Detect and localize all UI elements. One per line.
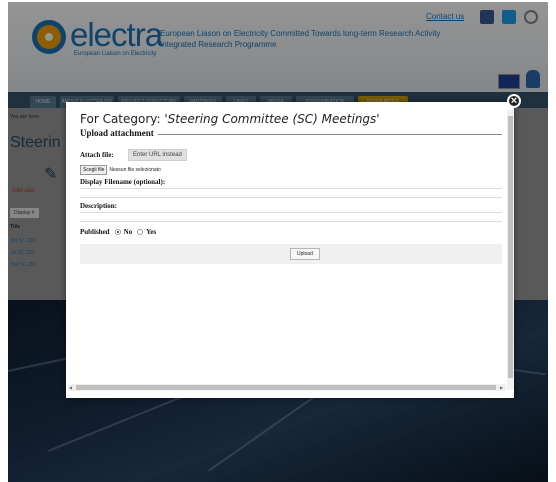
published-no-radio[interactable] [114,229,121,235]
upload-attachment-legend: Upload attachment [80,128,158,138]
attach-file-label: Attach file: [80,151,114,159]
category-prefix: For Category: [80,112,165,126]
published-label: Published [80,228,110,236]
horizontal-scroll-thumb[interactable] [76,385,496,390]
no-file-selected-text: Nessun file selezionato [109,167,161,173]
page: electra European Liaison on Electricity … [0,0,556,482]
published-yes-radio[interactable] [137,229,144,235]
category-heading: For Category: 'Steering Committee (SC) M… [80,112,502,126]
published-row: Published No Yes [80,228,502,236]
published-no-label[interactable]: No [124,228,133,236]
display-filename-label: Display Filename (optional): [80,178,166,186]
description-label: Description: [80,202,117,210]
upload-form: For Category: 'Steering Committee (SC) M… [80,112,502,264]
scroll-right-arrow-icon[interactable]: ▶ [500,385,503,390]
attach-file-row: Attach file: Enter URL instead [80,148,502,162]
upload-modal: For Category: 'Steering Committee (SC) M… [66,102,514,398]
fieldset-legend-row: Upload attachment [80,128,502,140]
category-value: 'Steering Committee (SC) Meetings' [164,112,380,126]
upload-button[interactable]: Upload [290,248,320,260]
enter-url-button[interactable]: Enter URL instead [128,149,187,161]
submit-bar: Upload [80,244,502,264]
published-yes-label[interactable]: Yes [146,228,156,236]
choose-file-button[interactable]: Scegli file [80,165,108,175]
file-input: Scegli file Nessun file selezionato [80,165,502,175]
description-field[interactable] [80,212,502,222]
display-filename-field[interactable] [80,188,502,198]
vertical-scroll-thumb[interactable] [508,116,513,378]
scroll-left-arrow-icon[interactable]: ◀ [69,385,72,390]
browser-viewport: electra European Liaison on Electricity … [8,2,548,482]
close-icon[interactable]: × [507,94,521,108]
